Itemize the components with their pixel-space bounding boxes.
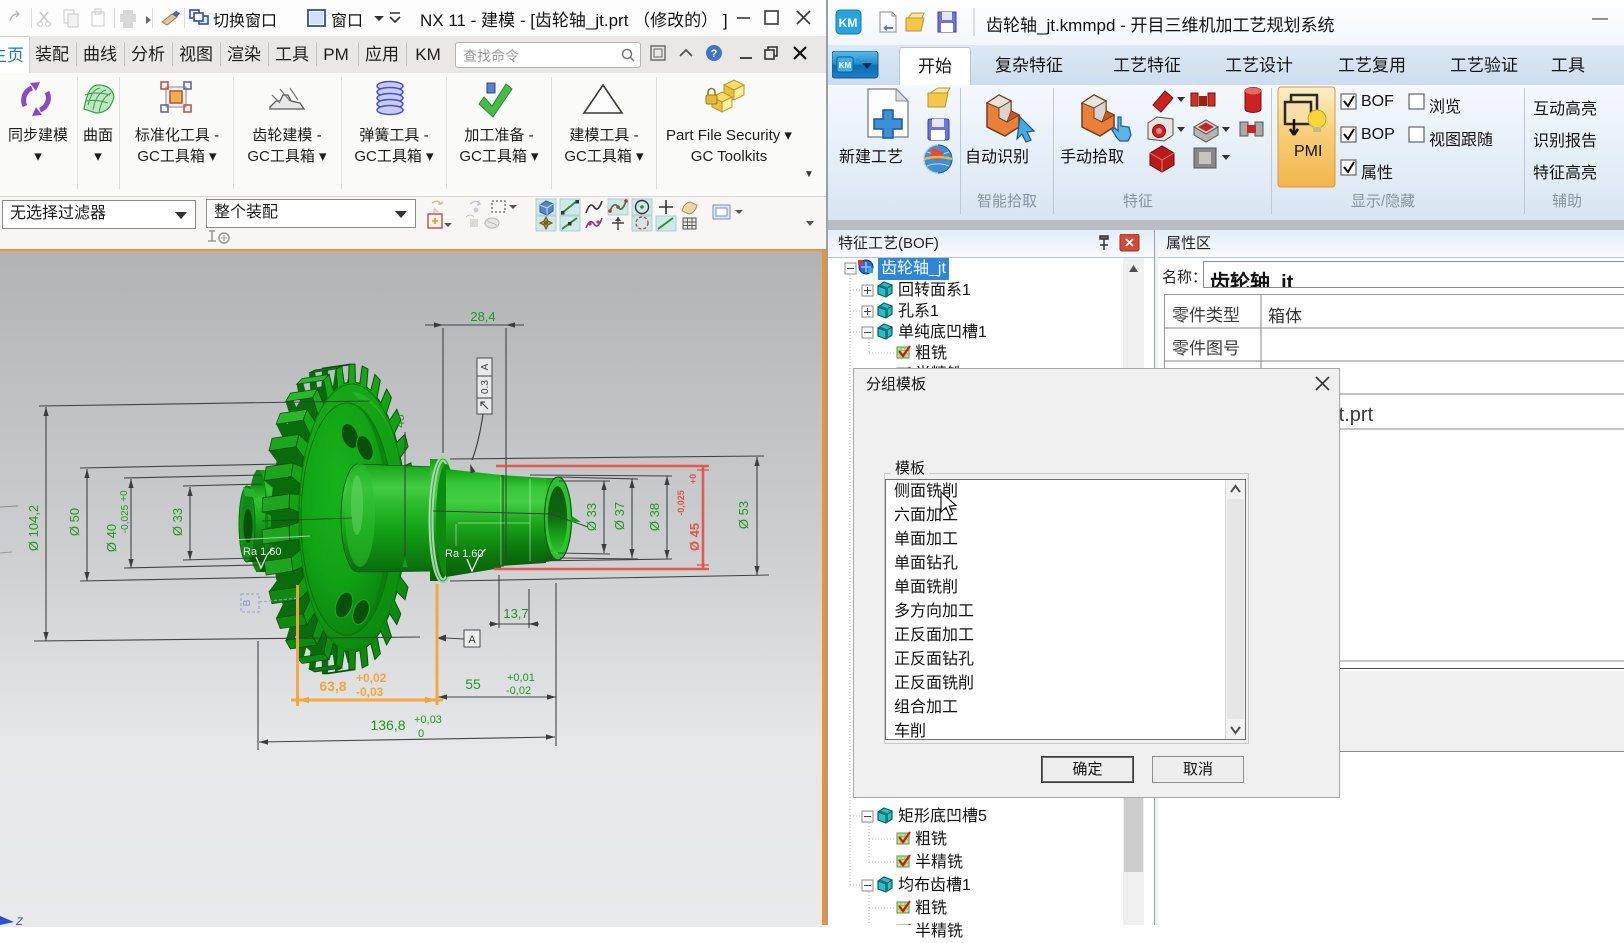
svg-text:Ø 38: Ø 38 <box>647 503 662 531</box>
svg-text:63,8: 63,8 <box>319 678 346 694</box>
svg-text:136,8: 136,8 <box>370 717 405 733</box>
svg-text:Z: Z <box>15 916 24 925</box>
svg-text:Ø 33: Ø 33 <box>170 508 185 536</box>
svg-text:+0,02: +0,02 <box>356 671 387 685</box>
svg-text:+0: +0 <box>688 474 698 484</box>
svg-text:-0,02: -0,02 <box>506 685 531 697</box>
svg-text:Ø 50: Ø 50 <box>67 508 82 536</box>
svg-text:-0,025: -0,025 <box>676 490 686 516</box>
svg-text:-0,025: -0,025 <box>120 504 131 533</box>
svg-text:KM: KM <box>839 16 858 30</box>
svg-text:B: B <box>242 599 253 606</box>
svg-text:Ø 45: Ø 45 <box>687 523 702 551</box>
svg-text:0: 0 <box>418 728 424 740</box>
svg-text:A: A <box>468 634 476 646</box>
svg-text:0.3: 0.3 <box>480 380 491 394</box>
svg-text:+0,03: +0,03 <box>414 714 442 726</box>
svg-text:45: 45 <box>393 414 407 428</box>
svg-text:Ø 37: Ø 37 <box>612 502 627 530</box>
svg-text:Ø 104,2: Ø 104,2 <box>26 505 41 551</box>
svg-text:+0: +0 <box>119 490 130 502</box>
svg-text:?: ? <box>711 48 718 60</box>
svg-text:Ø 53: Ø 53 <box>736 501 751 529</box>
svg-text:Ra 1.60: Ra 1.60 <box>243 546 282 558</box>
svg-text:-0,03: -0,03 <box>356 685 384 699</box>
svg-text:55: 55 <box>465 676 481 692</box>
svg-text:+0,01: +0,01 <box>507 672 535 684</box>
svg-text:A: A <box>480 363 491 370</box>
svg-text:28,4: 28,4 <box>470 309 495 324</box>
svg-text:Ø 40: Ø 40 <box>104 524 119 552</box>
svg-text:KM: KM <box>839 61 852 70</box>
svg-text:13,7: 13,7 <box>503 606 528 621</box>
